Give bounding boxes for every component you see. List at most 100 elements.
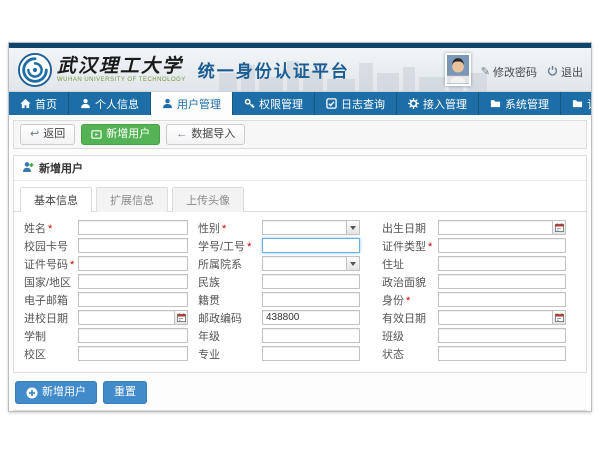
nav-item-access-management[interactable]: 接入管理 xyxy=(397,92,479,115)
column-header-5: 所属院系 xyxy=(298,411,516,412)
submit-label: 新增用户 xyxy=(42,386,86,399)
avatar xyxy=(445,53,471,86)
field-input-postal-code[interactable] xyxy=(262,310,360,325)
field-enroll-date xyxy=(78,310,188,325)
field-label-id-type: 证件类型* xyxy=(382,238,438,254)
header: 武汉理工大学 WUHAN UNIVERSITY OF TECHNOLOGY 统一… xyxy=(9,48,591,92)
field-label-political-status: 政治面貌 xyxy=(382,274,438,290)
nav-item-permission-management[interactable]: 权限管理 xyxy=(233,92,315,115)
field-input-id-type[interactable] xyxy=(438,238,566,253)
field-input-campus-card[interactable] xyxy=(78,238,188,253)
field-id-type xyxy=(438,238,566,253)
app-window: 武汉理工大学 WUHAN UNIVERSITY OF TECHNOLOGY 统一… xyxy=(8,42,592,412)
new-user-section: 新增用户 基本信息扩展信息上传头像 姓名*性别*出生日期校园卡号学号/工号*证件… xyxy=(13,155,587,373)
field-input-ethnicity[interactable] xyxy=(262,274,360,289)
nav-item-log-query[interactable]: 日志查询 xyxy=(315,92,397,115)
field-input-enroll-date[interactable] xyxy=(78,310,188,325)
field-input-grade[interactable] xyxy=(262,328,360,343)
plus-circle-icon xyxy=(26,387,38,399)
nav-item-personal-info[interactable]: 个人信息 xyxy=(69,92,151,115)
data-import-label: 数据导入 xyxy=(191,128,235,141)
results-table: 学号/工号姓名性别身份所属院系操作 xyxy=(14,411,586,412)
back-arrow-icon: ↩ xyxy=(30,128,39,141)
field-input-campus[interactable] xyxy=(78,346,188,361)
reset-button[interactable]: 重置 xyxy=(103,381,147,404)
field-label-department: 所属院系 xyxy=(198,256,262,272)
form-row: 校区专业状态 xyxy=(24,345,576,362)
required-asterisk: * xyxy=(247,241,251,253)
field-gender xyxy=(262,220,360,235)
calendar-icon[interactable] xyxy=(552,221,565,234)
form-row: 姓名* 性别* 出生日期 xyxy=(24,219,576,236)
import-arrow-icon: ← xyxy=(176,128,187,141)
field-input-native-place[interactable] xyxy=(262,292,360,307)
field-input-political-status[interactable] xyxy=(438,274,566,289)
field-input-identity[interactable] xyxy=(438,292,566,307)
field-label-email: 电子邮箱 xyxy=(24,292,78,308)
field-input-id-number[interactable] xyxy=(78,256,188,271)
field-input-class[interactable] xyxy=(438,328,566,343)
form-tabs: 基本信息扩展信息上传头像 xyxy=(14,181,586,212)
user-plus-icon xyxy=(22,161,34,176)
nav-item-system-management[interactable]: 系统管理 xyxy=(479,92,561,115)
field-label-birth-date: 出生日期 xyxy=(382,220,438,236)
tab-upload-avatar[interactable]: 上传头像 xyxy=(172,187,244,212)
field-native-place xyxy=(262,292,360,307)
field-label-id-number: 证件号码* xyxy=(24,256,78,272)
calendar-icon[interactable] xyxy=(552,311,565,324)
tab-basic-info[interactable]: 基本信息 xyxy=(20,187,92,212)
field-student-id xyxy=(262,238,360,253)
section-title: 新增用户 xyxy=(14,156,586,181)
field-label-enroll-date: 进校日期 xyxy=(24,310,78,326)
person-icon xyxy=(80,98,91,109)
tab-extended-info[interactable]: 扩展信息 xyxy=(96,187,168,212)
nav-item-user-management[interactable]: 用户管理 xyxy=(151,92,233,115)
field-input-email[interactable] xyxy=(78,292,188,307)
back-button[interactable]: ↩ 返回 xyxy=(20,124,75,145)
field-ethnicity xyxy=(262,274,360,289)
field-label-identity: 身份* xyxy=(382,292,438,308)
power-icon xyxy=(547,65,558,79)
folder-icon xyxy=(572,98,583,109)
field-input-name[interactable] xyxy=(78,220,188,235)
field-input-country-region[interactable] xyxy=(78,274,188,289)
field-input-student-id[interactable] xyxy=(262,238,360,253)
header-right: ✎ 修改密码 退出 xyxy=(445,53,583,86)
data-import-button[interactable]: ← 数据导入 xyxy=(166,124,245,145)
field-label-status: 状态 xyxy=(382,346,438,362)
calendar-icon[interactable] xyxy=(174,311,187,324)
nav-item-subscription-management[interactable]: 订阅管理 xyxy=(561,92,592,115)
field-label-gender: 性别* xyxy=(198,220,262,236)
field-campus xyxy=(78,346,188,361)
nav-item-home[interactable]: 首页 xyxy=(9,92,69,115)
change-password-label: 修改密码 xyxy=(493,64,537,80)
field-label-valid-date: 有效日期 xyxy=(382,310,438,326)
field-input-valid-date[interactable] xyxy=(438,310,566,325)
field-label-campus: 校区 xyxy=(24,346,78,362)
gear-icon xyxy=(408,98,419,109)
change-password-link[interactable]: ✎ 修改密码 xyxy=(481,64,537,80)
field-input-major[interactable] xyxy=(262,346,360,361)
nav-item-label: 日志查询 xyxy=(341,96,385,112)
field-label-class: 班级 xyxy=(382,328,438,344)
add-user-button[interactable]: 新增用户 xyxy=(81,124,160,145)
column-header-3: 性别 xyxy=(158,411,248,412)
field-major xyxy=(262,346,360,361)
field-label-name: 姓名* xyxy=(24,220,78,236)
submit-add-user-button[interactable]: 新增用户 xyxy=(15,381,97,404)
logout-link[interactable]: 退出 xyxy=(547,64,583,80)
dropdown-arrow-icon[interactable] xyxy=(346,257,359,270)
field-input-birth-date[interactable] xyxy=(438,220,566,235)
field-input-status[interactable] xyxy=(438,346,566,361)
nav-item-label: 系统管理 xyxy=(505,96,549,112)
field-label-native-place: 籍贯 xyxy=(198,292,262,308)
add-user-icon xyxy=(91,129,102,140)
field-input-address[interactable] xyxy=(438,256,566,271)
nav-item-label: 订阅管理 xyxy=(587,96,592,112)
field-input-education-length[interactable] xyxy=(78,328,188,343)
field-address xyxy=(438,256,566,271)
dropdown-arrow-icon[interactable] xyxy=(346,221,359,234)
form-row: 证件号码*所属院系住址 xyxy=(24,255,576,272)
field-label-ethnicity: 民族 xyxy=(198,274,262,290)
field-email xyxy=(78,292,188,307)
